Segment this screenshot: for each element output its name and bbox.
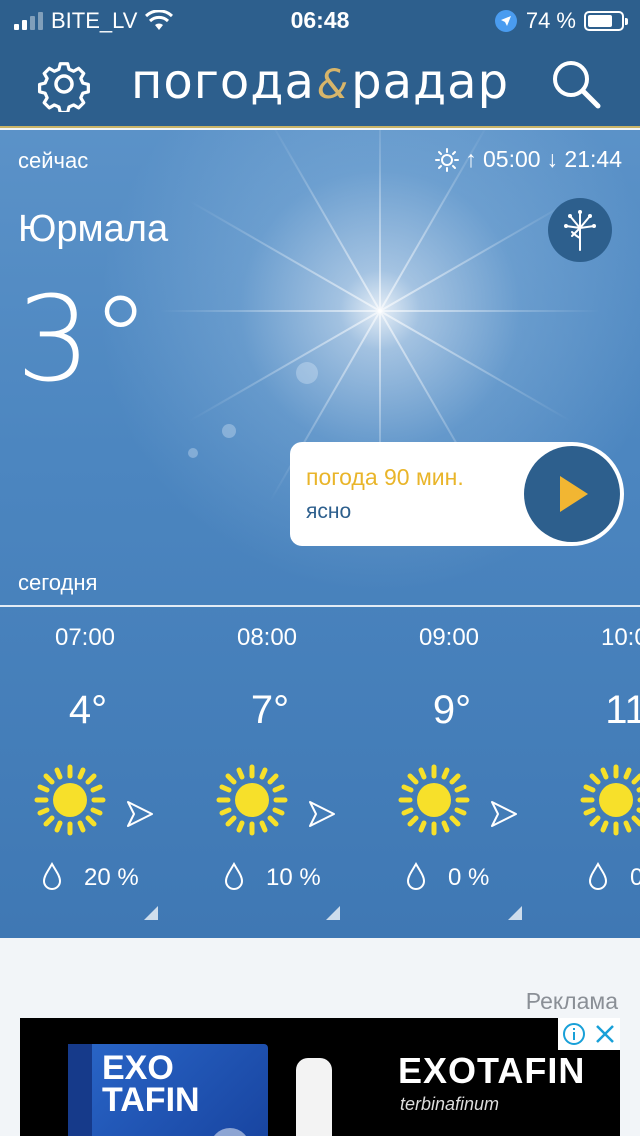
expand-corner-icon [326, 906, 340, 920]
sunny-icon [580, 764, 640, 836]
hourly-item[interactable]: 09:00 9° 0 % [364, 608, 546, 938]
radar-card-title: погода 90 мин. [306, 464, 464, 490]
ad-section: Реклама EXO TAFIN EXOTAFIN terbinafinum [0, 938, 640, 1136]
ad-pack-name: EXO TAFIN [102, 1049, 200, 1119]
sunset-time: ↓ 21:44 [546, 146, 622, 172]
hour-precipitation: 10 % [266, 864, 321, 891]
hour-temp: 11° [605, 688, 640, 732]
logo-text-right: радар [351, 54, 510, 110]
logo-text-left: погода [130, 54, 315, 110]
wind-direction-icon [488, 798, 520, 830]
raindrop-icon [586, 862, 610, 892]
status-right: 74 % [494, 8, 628, 34]
ad-controls [558, 1018, 620, 1050]
radar-card-condition: ясно [306, 500, 352, 523]
ad-banner[interactable]: EXO TAFIN EXOTAFIN terbinafinum [20, 1018, 620, 1136]
logo-ampersand: & [316, 62, 350, 108]
hour-time: 08:00 [236, 624, 298, 651]
pollen-button[interactable] [548, 198, 612, 262]
hour-time: 07:00 [54, 624, 116, 651]
current-temperature: 3° [16, 270, 151, 408]
sun-times: ↑ 05:00 ↓ 21:44 [435, 146, 622, 173]
sunny-icon [34, 764, 106, 836]
city-name[interactable]: Юрмала [18, 208, 168, 251]
battery-percent: 74 % [525, 8, 576, 33]
ad-info-icon[interactable] [562, 1022, 586, 1046]
hourly-item[interactable]: 10:00 11° 0 % [546, 608, 640, 938]
ad-label: Реклама [525, 988, 618, 1014]
ad-pack-name-line2: TAFIN [102, 1081, 200, 1119]
hour-time: 09:00 [418, 624, 480, 651]
raindrop-icon [222, 862, 246, 892]
settings-gear-icon[interactable] [36, 56, 92, 112]
sunny-icon [216, 764, 288, 836]
hourly-item[interactable]: 07:00 4° 20 % [0, 608, 182, 938]
hourly-item[interactable]: 08:00 7° 10 % [182, 608, 364, 938]
raindrop-icon [404, 862, 428, 892]
wind-direction-icon [306, 798, 338, 830]
raindrop-icon [40, 862, 64, 892]
expand-corner-icon [508, 906, 522, 920]
wind-direction-icon [124, 798, 156, 830]
hour-precipitation: 0 % [448, 864, 490, 891]
today-label: сегодня [18, 570, 98, 595]
section-divider [0, 605, 640, 607]
hour-time: 10:00 [600, 624, 640, 651]
battery-icon [584, 11, 628, 31]
play-icon [560, 476, 588, 512]
status-bar: BITE_LV 06:48 74 % [0, 0, 640, 40]
sunny-icon [398, 764, 470, 836]
ad-close-icon[interactable] [593, 1022, 617, 1046]
ad-brand-name: EXOTAFIN [398, 1050, 586, 1091]
hour-temp: 9° [432, 688, 472, 732]
hour-precipitation: 20 % [84, 864, 139, 891]
sunrise-time: ↑ 05:00 [465, 146, 541, 172]
hour-temp: 4° [68, 688, 108, 732]
expand-corner-icon [144, 906, 158, 920]
ad-product-pack: EXO TAFIN [68, 1044, 268, 1136]
app-header: погода & радар [0, 40, 640, 128]
play-button[interactable] [524, 446, 620, 542]
app-logo: погода & радар [128, 54, 512, 114]
search-icon[interactable] [548, 56, 604, 112]
radar-90min-card[interactable]: погода 90 мин. ясно [290, 442, 624, 546]
hour-temp: 7° [250, 688, 290, 732]
now-label: сейчас [18, 148, 89, 173]
ad-pack-name-line1: EXO [102, 1049, 174, 1087]
sun-small-icon [435, 147, 460, 172]
dandelion-icon [564, 210, 596, 251]
ad-bottle-image [296, 1058, 332, 1136]
current-weather-panel: сейчас ↑ 05:00 ↓ 21:44 Юрмала 3° погода … [0, 130, 640, 938]
hour-precipitation: 0 % [630, 864, 640, 891]
ad-subtitle: terbinafinum [400, 1094, 500, 1114]
location-arrow-icon [494, 10, 517, 32]
